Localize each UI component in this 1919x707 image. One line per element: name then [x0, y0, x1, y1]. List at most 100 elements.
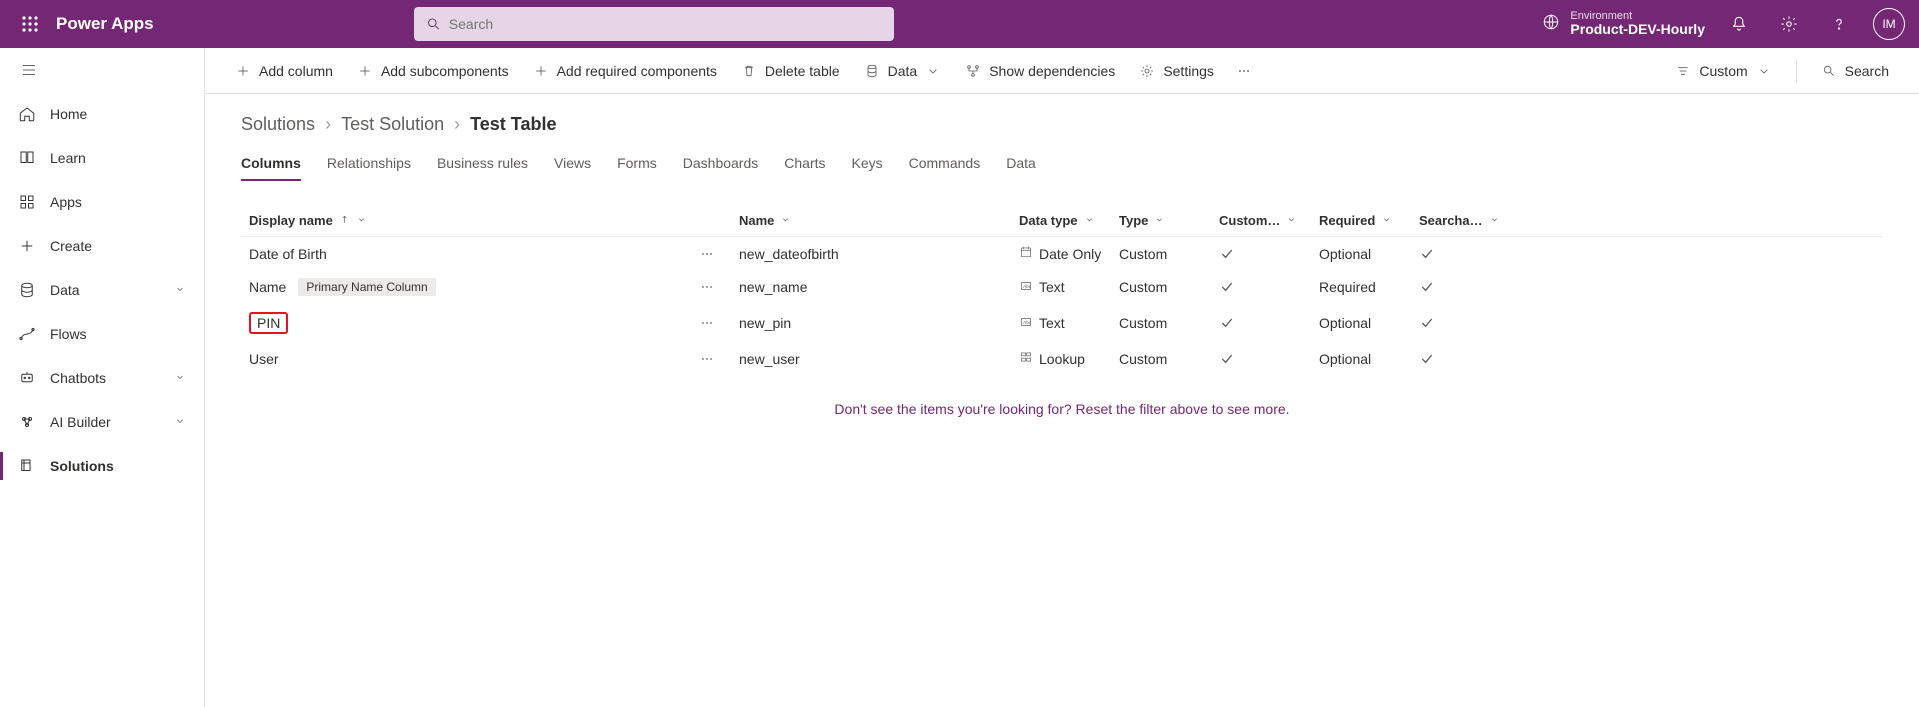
svg-text:Abc: Abc	[1023, 283, 1032, 288]
global-search-input[interactable]	[449, 16, 882, 32]
add-column-button[interactable]: Add column	[225, 57, 343, 85]
tab-forms[interactable]: Forms	[617, 149, 657, 181]
sidebar-item-label: Create	[50, 238, 186, 254]
cell-name: new_name	[731, 279, 1011, 295]
row-more-button[interactable]	[691, 315, 731, 331]
cell-required: Optional	[1311, 246, 1411, 262]
brand-title[interactable]: Power Apps	[56, 14, 154, 34]
row-more-button[interactable]	[691, 279, 731, 295]
sidebar-item-data[interactable]: Data	[0, 268, 204, 312]
tab-business-rules[interactable]: Business rules	[437, 149, 528, 181]
sidebar-item-apps[interactable]: Apps	[0, 180, 204, 224]
breadcrumb-solution[interactable]: Test Solution	[341, 114, 444, 135]
cell-searchable	[1411, 351, 1501, 367]
header-required[interactable]: Required	[1311, 213, 1411, 228]
sidebar-item-home[interactable]: Home	[0, 92, 204, 136]
chevron-right-icon: ›	[325, 114, 331, 135]
header-label: Name	[739, 213, 774, 228]
sidebar-item-label: AI Builder	[50, 414, 160, 430]
cell-custom	[1211, 246, 1311, 262]
header-name[interactable]: Name	[731, 213, 1011, 228]
tab-charts[interactable]: Charts	[784, 149, 825, 181]
add-subcomponents-button[interactable]: Add subcomponents	[347, 57, 519, 85]
chevron-down-icon[interactable]	[780, 213, 791, 228]
search-icon	[426, 16, 441, 32]
header-label: Custom…	[1219, 213, 1280, 228]
tabs: Columns Relationships Business rules Views F…	[241, 149, 1883, 181]
chevron-down-icon	[174, 370, 186, 386]
cell-name: new_dateofbirth	[731, 246, 1011, 262]
table-row[interactable]: PIN new_pin AbcText Custom Optional	[241, 304, 1883, 342]
globe-icon	[1542, 13, 1560, 34]
tab-relationships[interactable]: Relationships	[327, 149, 411, 181]
sidebar-item-flows[interactable]: Flows	[0, 312, 204, 356]
cell-datatype: Lookup	[1011, 350, 1111, 367]
data-menu-button[interactable]: Data	[854, 57, 952, 85]
add-required-button[interactable]: Add required components	[523, 57, 727, 85]
row-more-button[interactable]	[691, 351, 731, 367]
cell-type: Custom	[1111, 315, 1211, 331]
breadcrumb-solutions[interactable]: Solutions	[241, 114, 315, 135]
settings-icon[interactable]	[1773, 8, 1805, 40]
sidebar-item-label: Home	[50, 106, 186, 122]
chevron-down-icon[interactable]	[1489, 213, 1500, 228]
row-more-button[interactable]	[691, 246, 731, 262]
filter-reset-message[interactable]: Don't see the items you're looking for? …	[241, 401, 1883, 417]
header-display-name[interactable]: Display name	[241, 213, 691, 228]
chevron-down-icon[interactable]	[356, 213, 367, 228]
cell-type: Custom	[1111, 279, 1211, 295]
environment-label: Environment	[1570, 10, 1705, 22]
table-row[interactable]: NamePrimary Name Column new_name AbcText…	[241, 270, 1883, 304]
tab-commands[interactable]: Commands	[909, 149, 981, 181]
delete-table-button[interactable]: Delete table	[731, 57, 850, 85]
header-custom[interactable]: Custom…	[1211, 213, 1311, 228]
chevron-down-icon	[1756, 63, 1772, 79]
avatar[interactable]: IM	[1873, 8, 1905, 40]
waffle-icon[interactable]	[10, 15, 50, 33]
apps-icon	[18, 193, 36, 211]
notifications-icon[interactable]	[1723, 8, 1755, 40]
header-searchable[interactable]: Searcha…	[1411, 213, 1508, 228]
show-dependencies-button[interactable]: Show dependencies	[955, 57, 1125, 85]
view-filter-button[interactable]: Custom	[1665, 57, 1781, 85]
sidebar-item-learn[interactable]: Learn	[0, 136, 204, 180]
global-search[interactable]	[414, 7, 894, 41]
main: Add column Add subcomponents Add require…	[205, 48, 1919, 707]
sidebar-item-solutions[interactable]: Solutions	[0, 444, 204, 488]
cell-name: new_user	[731, 351, 1011, 367]
environment-switcher[interactable]: Environment Product-DEV-Hourly	[1542, 10, 1705, 37]
search-button[interactable]: Search	[1811, 57, 1899, 85]
chevron-down-icon[interactable]	[1381, 213, 1392, 228]
solutions-icon	[18, 457, 36, 475]
book-icon	[18, 149, 36, 167]
sidebar-item-create[interactable]: Create	[0, 224, 204, 268]
tab-views[interactable]: Views	[554, 149, 591, 181]
grid-header: Display name Name Data type Type Custom……	[241, 205, 1883, 237]
header-label: Searcha…	[1419, 213, 1483, 228]
chevron-down-icon[interactable]	[1154, 213, 1165, 228]
more-commands-button[interactable]	[1228, 63, 1260, 79]
sidebar-item-label: Apps	[50, 194, 186, 210]
sidebar-item-label: Chatbots	[50, 370, 160, 386]
tab-keys[interactable]: Keys	[852, 149, 883, 181]
header-type[interactable]: Type	[1111, 213, 1211, 228]
table-row[interactable]: Date of Birth new_dateofbirth Date Only …	[241, 237, 1883, 270]
cell-datatype: AbcText	[1011, 315, 1111, 332]
chevron-down-icon[interactable]	[1286, 213, 1297, 228]
tab-data[interactable]: Data	[1006, 149, 1036, 181]
sidebar-item-aibuilder[interactable]: AI Builder	[0, 400, 204, 444]
chevron-down-icon[interactable]	[1084, 213, 1095, 228]
sidebar-item-chatbots[interactable]: Chatbots	[0, 356, 204, 400]
header-datatype[interactable]: Data type	[1011, 213, 1111, 228]
svg-text:Abc: Abc	[1023, 319, 1032, 324]
sidebar-toggle[interactable]	[0, 48, 204, 92]
cell-display: User	[241, 351, 691, 367]
tab-columns[interactable]: Columns	[241, 149, 301, 181]
cell-custom	[1211, 351, 1311, 367]
settings-button[interactable]: Settings	[1129, 57, 1224, 85]
cell-display: NamePrimary Name Column	[241, 278, 691, 296]
help-icon[interactable]	[1823, 8, 1855, 40]
table-row[interactable]: User new_user Lookup Custom Optional	[241, 342, 1883, 375]
datatype-icon: Abc	[1019, 315, 1033, 332]
tab-dashboards[interactable]: Dashboards	[683, 149, 759, 181]
